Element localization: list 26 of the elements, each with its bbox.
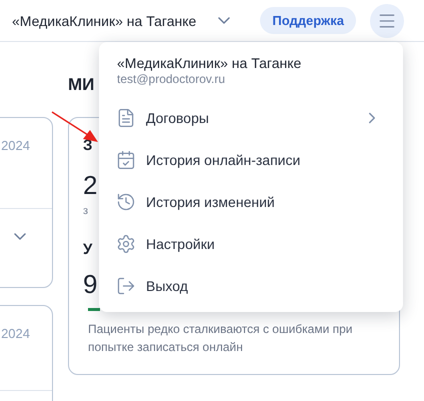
card-date: 2024 xyxy=(1,326,30,342)
stat-caption: з xyxy=(83,205,88,217)
stat-value: 9 xyxy=(83,268,98,301)
chevron-down-icon xyxy=(218,17,230,24)
chevron-down-icon[interactable] xyxy=(14,233,26,240)
stat-heading: У xyxy=(83,241,92,258)
support-button[interactable]: Поддержка xyxy=(260,7,356,34)
menu-email: test@prodoctorov.ru xyxy=(116,72,226,88)
logout-icon xyxy=(116,276,136,296)
stat-value: 2 xyxy=(83,169,98,202)
card-date: 2024 xyxy=(1,138,30,154)
menu-item[interactable]: Договоры xyxy=(99,97,403,139)
calendar-check-icon xyxy=(116,150,136,170)
clinic-select[interactable]: «МедикаКлиник» на Таганке xyxy=(12,12,230,28)
stat-heading: З xyxy=(83,137,92,154)
clock-arrow-icon xyxy=(116,192,136,212)
menu-item[interactable]: Выход xyxy=(99,265,403,307)
settings-icon xyxy=(116,234,136,254)
menu-item[interactable]: История онлайн-записи xyxy=(99,139,403,181)
stat-description: Пациенты редко сталкиваются с ошибками при попытке записаться онлайн xyxy=(88,321,354,356)
menu-clinic-name: «МедикаКлиник» на Таганке xyxy=(116,55,302,72)
document-icon xyxy=(116,108,136,128)
section-title: МИ xyxy=(68,75,94,95)
menu-item[interactable]: История изменений xyxy=(99,181,403,223)
menu-button[interactable] xyxy=(370,4,404,38)
menu-item[interactable]: Настройки xyxy=(99,223,403,265)
